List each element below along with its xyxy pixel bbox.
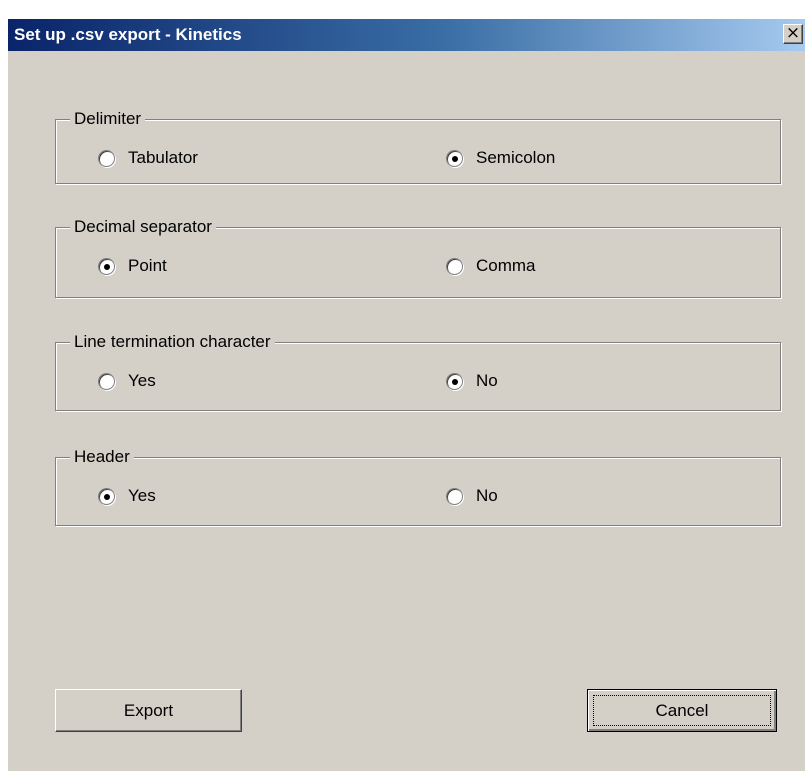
close-button[interactable]: × <box>783 24 803 44</box>
radio-indicator[interactable] <box>98 149 115 167</box>
cancel-button-label: Cancel <box>655 700 709 720</box>
line-termination-legend: Line termination character <box>70 332 275 352</box>
radio-label-semicolon: Semicolon <box>476 148 556 167</box>
header-legend: Header <box>70 447 134 467</box>
delimiter-legend: Delimiter <box>70 109 146 129</box>
decimal-separator-legend: Decimal separator <box>70 217 216 237</box>
radio-label-yes: Yes <box>128 486 156 505</box>
radio-label-tabulator: Tabulator <box>128 148 198 167</box>
decimal-separator-group: Decimal separator Point Comma <box>55 217 781 298</box>
radio-label-no: No <box>476 371 498 390</box>
radio-indicator[interactable] <box>446 257 463 275</box>
line-termination-no-radio[interactable]: No <box>446 370 498 392</box>
header-group: Header Yes No <box>55 447 781 526</box>
line-termination-yes-radio[interactable]: Yes <box>98 370 156 392</box>
radio-indicator[interactable] <box>98 487 115 505</box>
header-no-radio[interactable]: No <box>446 485 498 507</box>
export-dialog: Set up .csv export - Kinetics × Delimite… <box>8 19 805 771</box>
radio-indicator[interactable] <box>98 372 115 390</box>
radio-label-yes: Yes <box>128 371 156 390</box>
decimal-comma-radio[interactable]: Comma <box>446 255 536 277</box>
radio-indicator[interactable] <box>98 257 115 275</box>
header-yes-radio[interactable]: Yes <box>98 485 156 507</box>
radio-label-no: No <box>476 486 498 505</box>
export-button[interactable]: Export <box>55 689 242 732</box>
close-icon: × <box>785 23 801 43</box>
radio-indicator[interactable] <box>446 372 463 390</box>
line-termination-group: Line termination character Yes No <box>55 332 781 411</box>
delimiter-semicolon-radio[interactable]: Semicolon <box>446 147 555 169</box>
window-title: Set up .csv export - Kinetics <box>14 25 242 44</box>
delimiter-tabulator-radio[interactable]: Tabulator <box>98 147 198 169</box>
radio-label-comma: Comma <box>476 256 536 275</box>
radio-indicator[interactable] <box>446 487 463 505</box>
decimal-point-radio[interactable]: Point <box>98 255 167 277</box>
title-bar[interactable]: Set up .csv export - Kinetics × <box>8 19 805 51</box>
delimiter-group: Delimiter Tabulator Semicolon <box>55 109 781 184</box>
radio-label-point: Point <box>128 256 167 275</box>
cancel-button[interactable]: Cancel <box>587 689 777 732</box>
radio-indicator[interactable] <box>446 149 463 167</box>
export-button-label: Export <box>123 700 174 720</box>
